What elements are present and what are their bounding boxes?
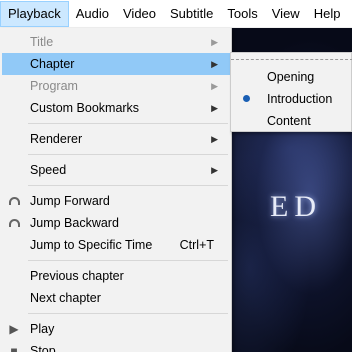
menu-item-jump-backward[interactable]: Jump Backward (2, 212, 230, 234)
playback-dropdown: Title ▶ Chapter ▶ Program ▶ Custom Bookm… (0, 28, 232, 352)
menu-item-jump-specific-time[interactable]: Jump to Specific Time Ctrl+T (2, 234, 230, 256)
chapter-item-introduction[interactable]: Introduction (233, 88, 351, 110)
menu-item-custom-bookmarks[interactable]: Custom Bookmarks ▶ (2, 97, 230, 119)
menu-view[interactable]: View (265, 1, 307, 27)
menu-item-label: Jump Forward (30, 194, 110, 208)
menu-audio[interactable]: Audio (69, 1, 116, 27)
submenu-arrow-icon: ▶ (211, 81, 218, 91)
submenu-arrow-icon: ▶ (211, 37, 218, 47)
menu-item-label: Program (30, 79, 78, 93)
menu-item-label: Custom Bookmarks (30, 101, 140, 115)
shortcut-label: Ctrl+T (179, 238, 214, 252)
menu-item-label: Renderer (30, 132, 83, 146)
chapter-item-label: Introduction (267, 92, 333, 106)
menu-item-title[interactable]: Title ▶ (2, 31, 230, 53)
menu-tools[interactable]: Tools (220, 1, 264, 27)
menu-bar: Playback Audio Video Subtitle Tools View… (0, 0, 352, 28)
menu-separator (28, 185, 228, 186)
menu-item-label: Play (30, 322, 55, 336)
menu-item-label: Jump to Specific Time (30, 238, 153, 252)
tear-off-line[interactable] (231, 59, 352, 60)
chapter-item-content[interactable]: Content (233, 110, 351, 132)
menu-item-label: Title (30, 35, 54, 49)
menu-item-label: Previous chapter (30, 269, 124, 283)
menu-item-label: Jump Backward (30, 216, 119, 230)
submenu-arrow-icon: ▶ (211, 103, 218, 113)
stop-icon: ■ (10, 344, 18, 352)
menu-item-jump-forward[interactable]: Jump Forward (2, 190, 230, 212)
menu-item-next-chapter[interactable]: Next chapter (2, 287, 230, 309)
menu-item-label: Speed (30, 163, 67, 177)
video-overlay-text: ED (270, 190, 322, 223)
menu-subtitle[interactable]: Subtitle (163, 1, 220, 27)
menu-separator (28, 313, 228, 314)
menu-item-stop[interactable]: ■ Stop (2, 340, 230, 352)
menu-item-chapter[interactable]: Chapter ▶ (2, 53, 230, 75)
chapter-item-label: Content (267, 114, 311, 128)
menu-item-play[interactable]: ▶ Play (2, 318, 230, 340)
menu-item-label: Next chapter (30, 291, 101, 305)
menu-separator (28, 260, 228, 261)
chapter-item-label: Opening (267, 70, 315, 84)
chapter-submenu: Opening Introduction Content (230, 52, 352, 132)
submenu-arrow-icon: ▶ (211, 59, 218, 69)
chapter-item-opening[interactable]: Opening (233, 66, 351, 88)
menu-item-label: Chapter (30, 57, 75, 71)
jump-forward-icon (6, 190, 22, 212)
submenu-arrow-icon: ▶ (211, 134, 218, 144)
menu-separator (28, 123, 228, 124)
menu-separator (28, 154, 228, 155)
submenu-arrow-icon: ▶ (211, 165, 218, 175)
jump-backward-icon (6, 212, 22, 234)
menu-playback[interactable]: Playback (0, 0, 69, 27)
menu-video[interactable]: Video (116, 1, 163, 27)
menu-item-previous-chapter[interactable]: Previous chapter (2, 265, 230, 287)
menu-item-speed[interactable]: Speed ▶ (2, 159, 230, 181)
menu-item-label: Stop (30, 344, 56, 352)
radio-selected-icon (243, 95, 250, 102)
play-icon: ▶ (9, 322, 19, 336)
menu-item-program[interactable]: Program ▶ (2, 75, 230, 97)
menu-help[interactable]: Help (307, 1, 348, 27)
menu-item-renderer[interactable]: Renderer ▶ (2, 128, 230, 150)
